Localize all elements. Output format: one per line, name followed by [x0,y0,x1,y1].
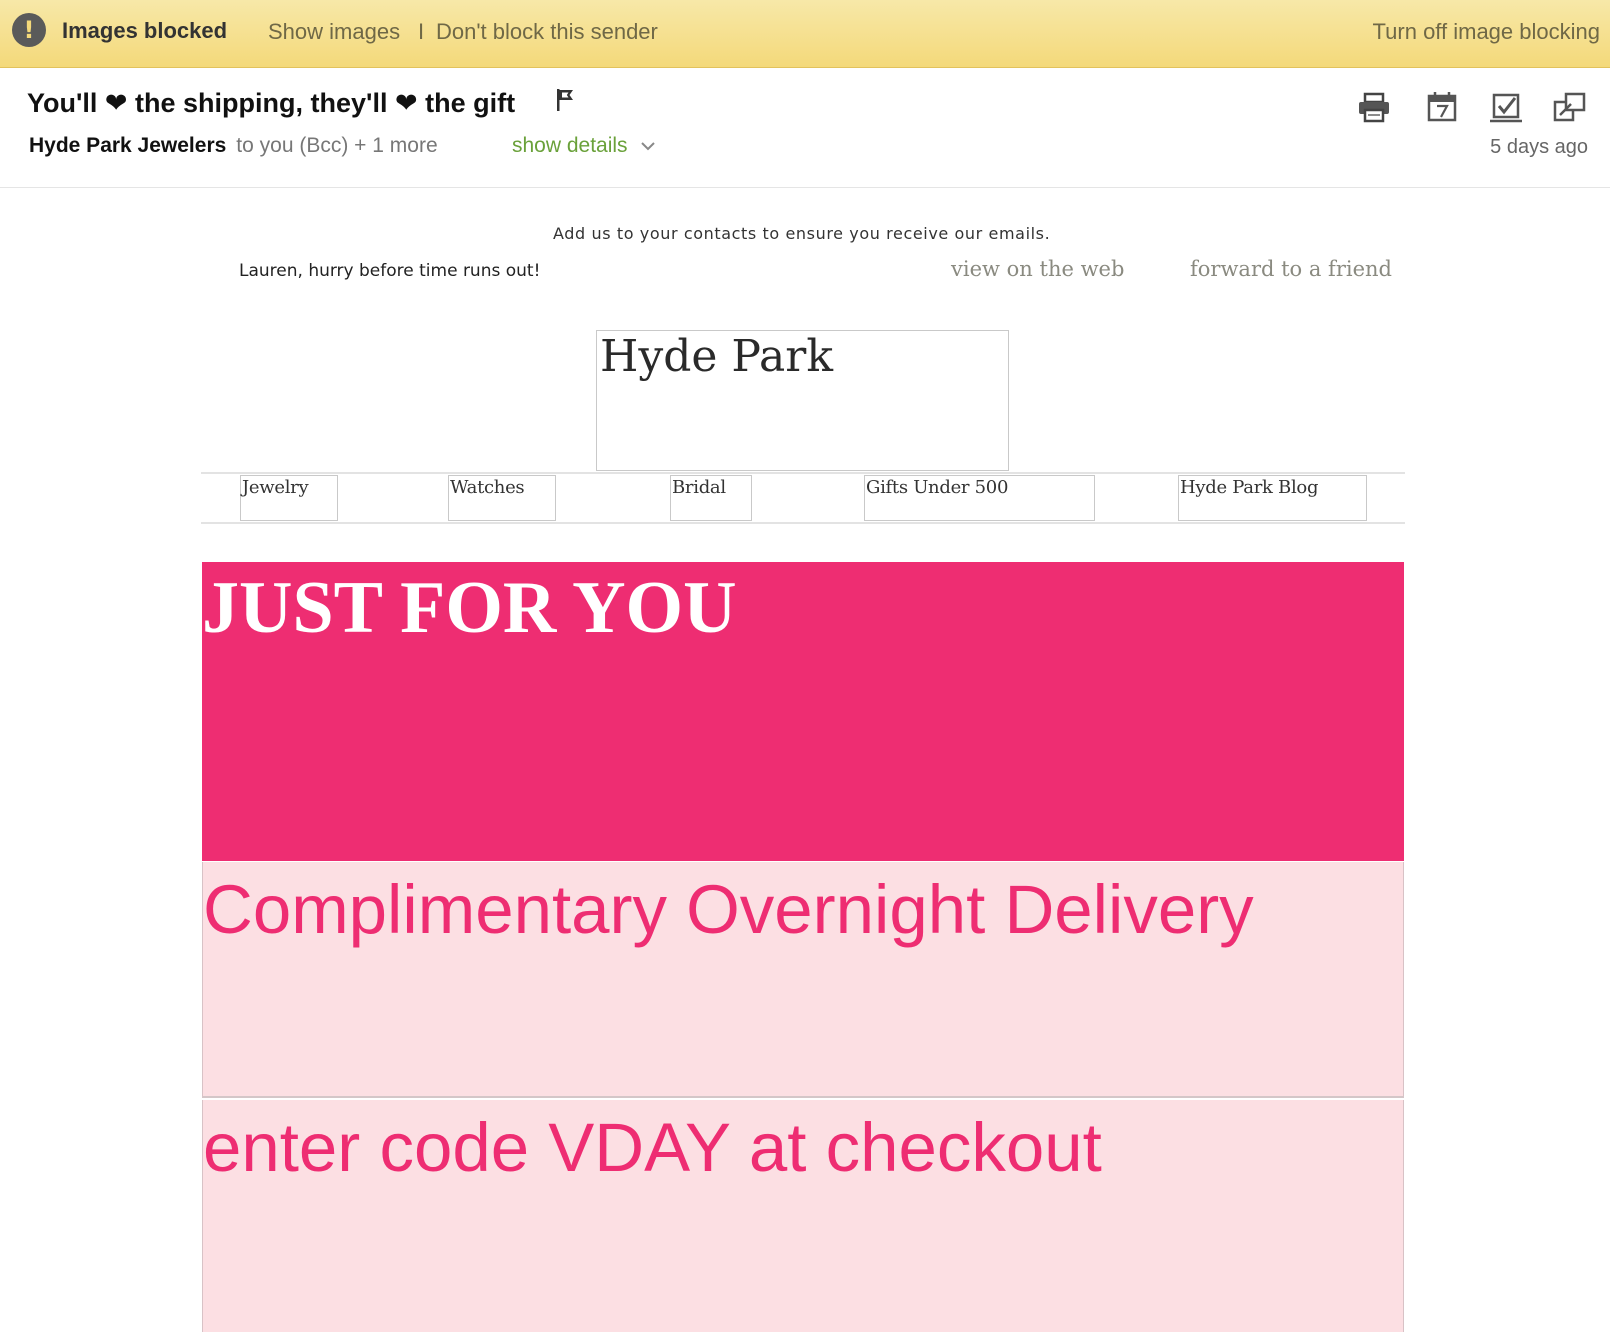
promo-shipping-text: Complimentary Overnight Delivery [203,871,1254,948]
hero-alt-text: JUST FOR YOU [202,567,737,649]
promo-code-block[interactable]: enter code VDAY at checkout [202,1100,1404,1332]
show-images-link[interactable]: Show images [268,19,400,45]
image-blocked-banner: ! Images blocked Show images I Don't blo… [0,0,1610,68]
images-blocked-label: Images blocked [62,18,228,43]
task-icon[interactable] [1488,90,1524,124]
calendar-icon[interactable] [1424,90,1460,124]
warning-icon: ! [12,13,46,47]
nav-item-label: Watches [450,477,525,498]
forward-to-friend-link[interactable]: forward to a friend [1190,257,1392,281]
nav-item-hyde-park-blog[interactable]: Hyde Park Blog [1178,475,1367,521]
print-icon[interactable] [1356,90,1392,124]
sender-name[interactable]: Hyde Park Jewelers [29,134,226,157]
dont-block-sender-link[interactable]: Don't block this sender [436,19,658,45]
flag-icon[interactable] [555,88,577,112]
chevron-down-icon [641,142,656,151]
nav-item-label: Bridal [672,477,726,498]
turn-off-image-blocking-link[interactable]: Turn off image blocking [1373,19,1600,45]
message-subject: You'll ❤ the shipping, they'll ❤ the gif… [27,88,516,118]
promo-shipping-block[interactable]: Complimentary Overnight Delivery [202,862,1404,1098]
nav-item-label: Hyde Park Blog [1180,477,1319,498]
nav-item-bridal[interactable]: Bridal [670,475,752,521]
promo-code-text: enter code VDAY at checkout [203,1109,1102,1186]
popout-icon[interactable] [1552,90,1588,124]
nav-item-jewelry[interactable]: Jewelry [240,475,338,521]
message-header: You'll ❤ the shipping, they'll ❤ the gif… [0,68,1610,188]
nav-item-label: Gifts Under 500 [866,477,1009,498]
nav-item-watches[interactable]: Watches [448,475,556,521]
link-separator: I [418,19,425,44]
blocked-logo-image[interactable]: Hyde Park [596,330,1009,471]
nav-item-gifts-under-500[interactable]: Gifts Under 500 [864,475,1095,521]
sender-line: Hyde Park Jewelers to you (Bcc) + 1 more [29,134,438,158]
nav-item-label: Jewelry [242,477,309,498]
message-date: 5 days ago [1490,136,1588,158]
view-on-web-link[interactable]: view on the web [951,257,1124,281]
recipients-label: to you (Bcc) + 1 more [236,134,438,157]
add-contacts-notice: Add us to your contacts to ensure you re… [553,224,1051,243]
nav-divider-bottom [201,522,1405,524]
preheader-text: Lauren, hurry before time runs out! [239,261,541,281]
logo-alt-text: Hyde Park [600,331,833,382]
show-details-label: show details [512,134,628,157]
show-details-link[interactable]: show details [512,134,656,158]
hero-banner-image[interactable]: JUST FOR YOU [202,562,1404,861]
nav-divider-top [201,472,1405,474]
